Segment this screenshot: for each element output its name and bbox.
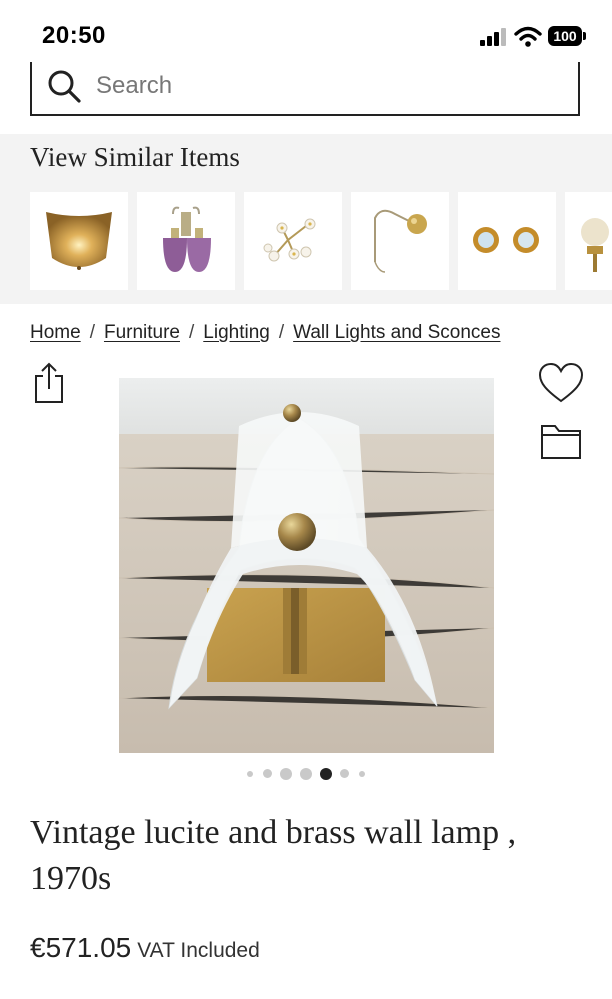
status-time: 20:50 — [42, 22, 106, 49]
pagination-dot[interactable] — [340, 769, 349, 778]
breadcrumb-home[interactable]: Home — [30, 322, 81, 343]
product-price-row: €571.05 VAT Included — [30, 932, 260, 964]
folder-icon[interactable] — [540, 422, 582, 460]
vat-note: VAT Included — [137, 939, 260, 962]
similar-item-brass-sconce[interactable] — [565, 192, 612, 290]
breadcrumb-wall-lights[interactable]: Wall Lights and Sconces — [293, 322, 500, 343]
pagination-dot[interactable] — [263, 769, 272, 778]
share-icon[interactable] — [33, 362, 65, 404]
similar-item-purple-sconce[interactable] — [137, 192, 235, 290]
battery-icon: 100 — [548, 26, 588, 48]
lamp-photo — [119, 378, 494, 753]
product-image[interactable] — [119, 378, 494, 753]
breadcrumb-furniture[interactable]: Furniture — [104, 322, 180, 343]
pagination-dot[interactable] — [247, 771, 253, 777]
search-bar[interactable] — [30, 62, 580, 116]
wifi-icon — [514, 26, 542, 47]
breadcrumb-lighting[interactable]: Lighting — [203, 322, 270, 343]
product-price: €571.05 — [30, 932, 132, 963]
search-icon[interactable] — [46, 68, 82, 104]
heart-icon[interactable] — [538, 362, 584, 404]
breadcrumb: Home / Furniture / Lighting / Wall Lights and … — [30, 322, 501, 343]
similar-items-heading: View Similar Items — [30, 142, 240, 172]
pagination-dot[interactable] — [359, 771, 365, 777]
product-title: Vintage lucite and brass wall lamp , 197… — [30, 814, 517, 897]
pagination-dot[interactable] — [280, 768, 292, 780]
image-pagination[interactable] — [0, 766, 612, 782]
similar-item-amber-sconce[interactable] — [30, 192, 128, 290]
battery-level: 100 — [548, 26, 582, 46]
search-input[interactable] — [94, 68, 558, 104]
pagination-dot[interactable] — [300, 768, 312, 780]
similar-item-brass-globe[interactable] — [351, 192, 449, 290]
signal-icon — [480, 28, 506, 46]
similar-item-floral-sconce[interactable] — [244, 192, 342, 290]
similar-items-carousel[interactable] — [30, 192, 612, 290]
similar-item-round-sconces[interactable] — [458, 192, 556, 290]
similar-items-section: View Similar Items — [0, 134, 612, 304]
pagination-dot-active[interactable] — [320, 768, 332, 780]
